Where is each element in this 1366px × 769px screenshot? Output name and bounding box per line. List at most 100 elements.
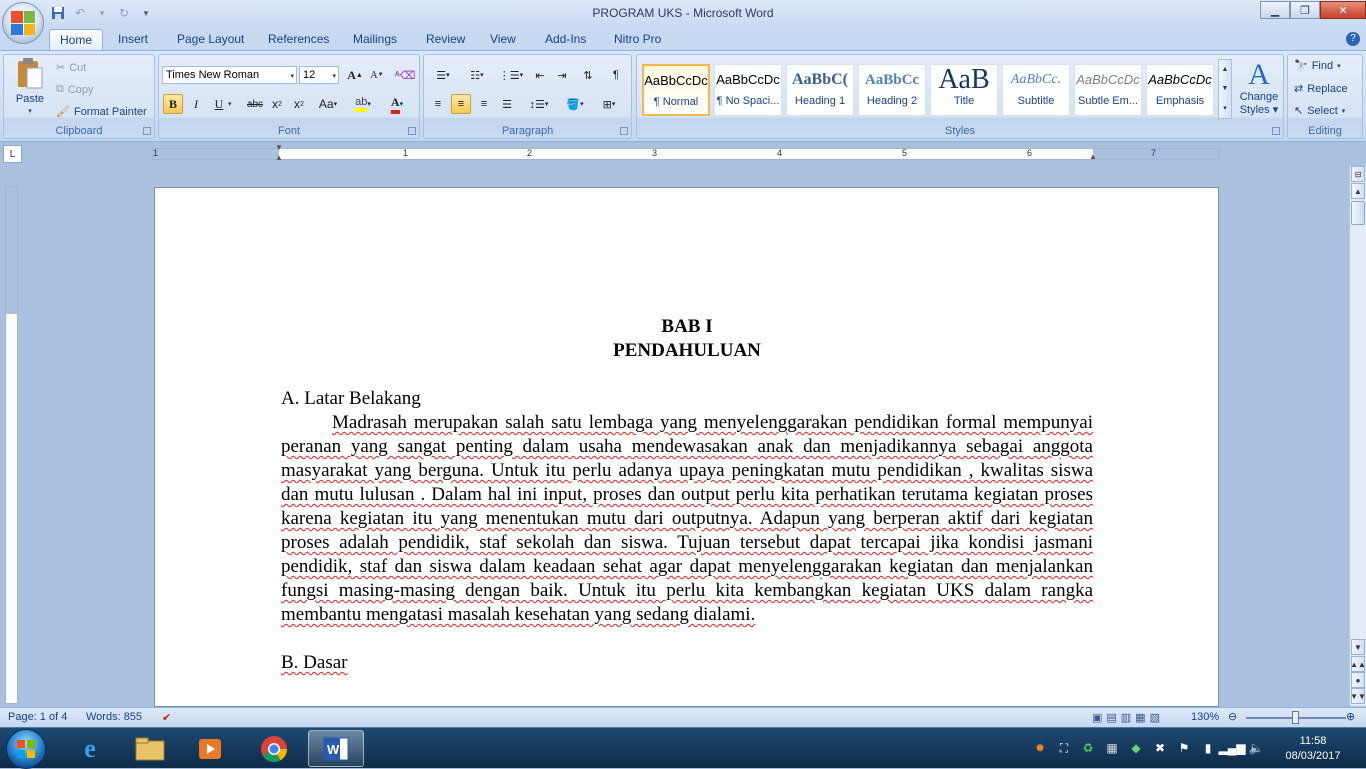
align-right-button[interactable]: ≡: [474, 94, 494, 114]
find-button[interactable]: 🔭 Find ▾: [1294, 59, 1341, 73]
shrink-font-button[interactable]: A ▼: [367, 65, 387, 85]
tab-insert[interactable]: Insert: [108, 29, 158, 50]
tab-mailings[interactable]: Mailings: [343, 29, 407, 50]
tab-review[interactable]: Review: [416, 29, 475, 50]
word-count[interactable]: Words: 855: [86, 711, 142, 723]
scroll-up-icon[interactable]: ▲: [1222, 66, 1229, 73]
copy-button[interactable]: ⧉ Copy: [56, 83, 94, 96]
office-button[interactable]: [2, 2, 44, 44]
proofing-icon[interactable]: ✔: [162, 711, 171, 724]
vertical-scrollbar[interactable]: ⊟ ▲ ▼ ▲▲ ● ▼▼: [1349, 166, 1366, 706]
sort-button[interactable]: ⇅: [578, 65, 598, 85]
restore-button[interactable]: ❐: [1290, 1, 1320, 19]
style-title[interactable]: AaB Title: [930, 64, 998, 116]
style-emphasis[interactable]: AaBbCcDc Emphasis: [1146, 64, 1214, 116]
dialog-launcher-icon[interactable]: [143, 127, 151, 135]
font-size-combo[interactable]: 12 ▾: [299, 66, 339, 84]
font-name-combo[interactable]: Times New Roman ▾: [162, 66, 297, 84]
borders-button[interactable]: ⊞ ▾: [594, 94, 624, 114]
dialog-launcher-icon[interactable]: [1272, 127, 1280, 135]
subscript-button[interactable]: x2: [267, 94, 287, 114]
cut-button[interactable]: ✂ Cut: [56, 61, 86, 75]
style-subtitle[interactable]: AaBbCc. Subtitle: [1002, 64, 1070, 116]
change-case-button[interactable]: Aa ▾: [315, 94, 341, 114]
change-styles-button[interactable]: A Change Styles ▾: [1235, 59, 1283, 117]
horizontal-ruler[interactable]: 1 1 2 3 4 5 6 7 ▼ ▲ ▲: [152, 143, 1220, 162]
show-hide-button[interactable]: ¶: [606, 65, 626, 85]
scroll-down-icon[interactable]: ▼: [1351, 639, 1365, 655]
numbering-button[interactable]: ☷ ▾: [462, 65, 492, 85]
align-left-button[interactable]: ≡: [428, 94, 448, 114]
highlight-button[interactable]: ab ▾: [349, 94, 377, 114]
internet-explorer-icon[interactable]: e: [62, 730, 118, 767]
scroll-down-icon[interactable]: ▼: [1222, 85, 1229, 92]
bullets-button[interactable]: ☰ ▾: [428, 65, 458, 85]
line-spacing-button[interactable]: ↕☰ ▾: [524, 94, 554, 114]
style-subtle-emphasis[interactable]: AaBbCcDc Subtle Em...: [1074, 64, 1142, 116]
tab-references[interactable]: References: [258, 29, 339, 50]
action-center-flag-icon[interactable]: ⚑: [1176, 740, 1192, 756]
scroll-thumb[interactable]: [1351, 201, 1365, 225]
previous-page-icon[interactable]: ▲▲: [1350, 656, 1366, 672]
style-heading-1[interactable]: AaBbC(Heading 1: [786, 64, 854, 116]
tab-page-layout[interactable]: Page Layout: [167, 29, 254, 50]
paste-button[interactable]: Paste ▾: [10, 57, 50, 115]
tab-selector-icon[interactable]: L: [3, 145, 22, 163]
start-button[interactable]: [6, 729, 46, 769]
style-no-spacing[interactable]: AaBbCcDc ¶ No Spaci...: [714, 64, 782, 116]
style-normal[interactable]: AaBbCcDc ¶ Normal: [642, 64, 710, 116]
underline-button[interactable]: U: [209, 94, 229, 114]
document-body[interactable]: BAB I PENDAHULUAN A. Latar Belakang Madr…: [281, 315, 1093, 675]
system-clock[interactable]: 11:58 08/03/2017: [1278, 734, 1348, 764]
zoom-in-icon[interactable]: ⊕: [1346, 710, 1355, 723]
help-icon[interactable]: ?: [1346, 32, 1360, 46]
italic-button[interactable]: I: [186, 94, 206, 114]
dialog-launcher-icon[interactable]: [408, 127, 416, 135]
justify-button[interactable]: ☰: [497, 94, 517, 114]
right-indent-marker-icon[interactable]: ▲: [1089, 152, 1097, 161]
zoom-level[interactable]: 130%: [1191, 711, 1219, 723]
superscript-button[interactable]: x2: [289, 94, 309, 114]
next-page-icon[interactable]: ▼▼: [1350, 688, 1366, 704]
tray-app-icon[interactable]: ✹: [1032, 740, 1048, 756]
format-painter-button[interactable]: 🖌 Format Painter: [56, 105, 147, 119]
battery-icon[interactable]: ▮: [1200, 740, 1216, 756]
page-count[interactable]: Page: 1 of 4: [8, 711, 67, 723]
tab-home[interactable]: Home: [49, 29, 104, 50]
zoom-out-icon[interactable]: ⊖: [1228, 710, 1237, 723]
vertical-ruler[interactable]: [5, 186, 18, 704]
tray-shield-icon[interactable]: ◆: [1128, 740, 1144, 756]
left-indent-marker-icon[interactable]: ▲: [275, 153, 283, 162]
media-player-icon[interactable]: [182, 730, 238, 767]
more-styles-icon[interactable]: ▾: [1223, 104, 1227, 112]
chrome-icon[interactable]: [246, 730, 302, 767]
dialog-launcher-icon[interactable]: [620, 127, 628, 135]
browse-object-icon[interactable]: ●: [1351, 672, 1365, 688]
shading-button[interactable]: 🪣 ▾: [560, 94, 590, 114]
network-signal-icon[interactable]: ▂▄▆: [1219, 740, 1246, 756]
decrease-indent-button[interactable]: ⇤: [530, 65, 550, 85]
ruler-toggle-icon[interactable]: ⊟: [1351, 166, 1365, 182]
close-button[interactable]: ✕: [1320, 1, 1366, 19]
replace-button[interactable]: ⇄ Replace: [1294, 82, 1348, 96]
bold-button[interactable]: B: [163, 94, 183, 114]
tray-tools-icon[interactable]: ✖: [1152, 740, 1168, 756]
volume-icon[interactable]: 🔈: [1248, 740, 1264, 756]
scroll-up-icon[interactable]: ▲: [1351, 183, 1365, 199]
styles-gallery-scroll[interactable]: ▲ ▼ ▾: [1218, 59, 1232, 119]
minimize-button[interactable]: ▁: [1260, 1, 1290, 19]
tab-nitro-pro[interactable]: Nitro Pro: [604, 29, 671, 50]
zoom-slider-thumb[interactable]: [1292, 711, 1299, 724]
tray-network-share-icon[interactable]: ⛶: [1056, 740, 1072, 756]
increase-indent-button[interactable]: ⇥: [552, 65, 572, 85]
document-page[interactable]: BAB I PENDAHULUAN A. Latar Belakang Madr…: [154, 187, 1219, 707]
tab-view[interactable]: View: [480, 29, 526, 50]
select-button[interactable]: ↖ Select ▾: [1294, 104, 1345, 118]
align-center-button[interactable]: ≡: [451, 94, 471, 114]
tab-add-ins[interactable]: Add-Ins: [535, 29, 596, 50]
strikethrough-button[interactable]: abc: [245, 94, 265, 114]
style-heading-2[interactable]: AaBbCc Heading 2: [858, 64, 926, 116]
grow-font-button[interactable]: A ▲: [345, 65, 365, 85]
font-color-button[interactable]: A ▾: [383, 94, 411, 114]
word-taskbar-icon[interactable]: W: [308, 730, 364, 767]
